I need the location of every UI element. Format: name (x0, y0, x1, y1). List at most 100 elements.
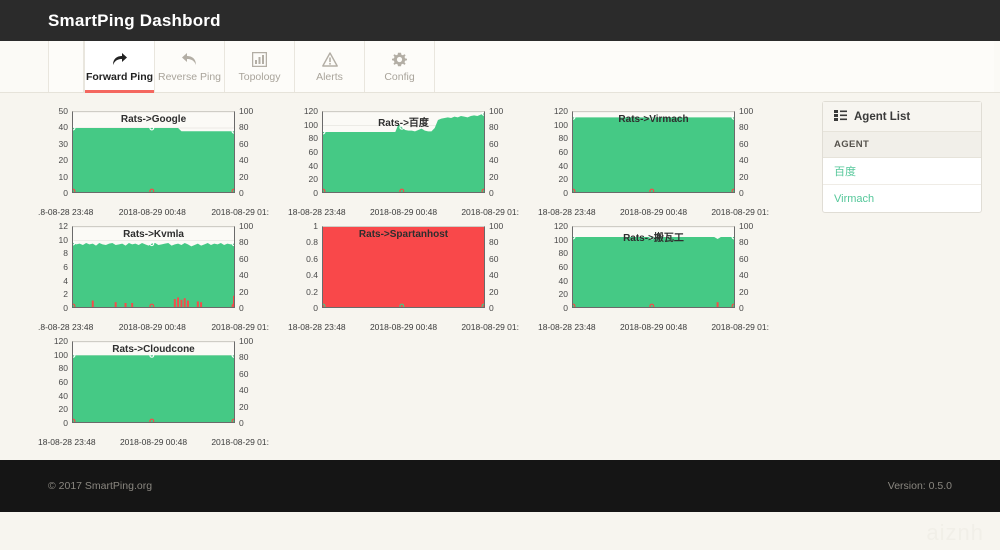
y-axis-tick-right: 100 (239, 221, 254, 231)
chart-plot-area: 0 20 40 60 80 100 120 0 20 40 60 80 100 Rats->Virmach… (538, 107, 769, 217)
nav-tab-config[interactable]: Config (364, 41, 434, 92)
forward-arrow-icon (111, 51, 128, 69)
x-axis-labels: 18-08-28 23:48 2018-08-29 00:48 2018-08-29… (536, 322, 771, 332)
y-axis-tick-left: 60 (558, 147, 568, 157)
chart-title: Rats->Spartanhost (358, 229, 449, 240)
y-axis-tick-right: 0 (239, 188, 244, 198)
y-axis-tick-left: 100 (53, 349, 68, 360)
agent-list-item[interactable]: Virmach (823, 185, 981, 212)
version-text: Version: 0.5.0 (887, 480, 952, 492)
y-axis-tick-right: 0 (739, 303, 744, 313)
y-axis-tick-left: 120 (303, 106, 318, 116)
main-nav: Forward Ping Reverse Ping Topology Alerts Co… (0, 41, 1000, 93)
app-title: SmartPing Dashbord (48, 10, 221, 30)
y-axis-tick-right: 20 (489, 286, 499, 297)
y-axis-tick-right: 100 (739, 106, 754, 116)
y-axis-tick-right: 80 (239, 237, 249, 248)
nav-left-spacer (48, 41, 84, 92)
y-axis-tick-left: 0.8 (306, 237, 318, 248)
main-content: 0 10 20 30 40 50 0 20 40 60 80 100 Rats->Google .8-08… (0, 93, 1000, 462)
reply-arrow-icon (181, 51, 198, 69)
y-axis-tick-right: 20 (739, 286, 749, 297)
y-axis-tick-right: 40 (739, 270, 749, 281)
chart-card[interactable]: 0 20 40 60 80 100 120 0 20 40 60 80 100 Rats->百度 18-08… (284, 101, 534, 217)
chart-card[interactable]: 0 0.2 0.4 0.6 0.8 1 0 20 40 60 80 100 Rats->Spartanh… (284, 216, 534, 332)
y-axis-tick-right: 0 (489, 303, 494, 313)
y-axis-tick-left: 20 (558, 289, 568, 300)
nav-right-spacer (434, 41, 994, 92)
y-axis-tick-left: 40 (58, 390, 68, 401)
y-axis-tick-left: 0 (63, 418, 68, 428)
x-axis-tick: 18-08-28 23:48 (288, 322, 346, 332)
agent-column-header: AGENT (823, 132, 981, 158)
y-axis-tick-right: 60 (739, 253, 749, 264)
nav-tab-reverse-ping[interactable]: Reverse Ping (154, 41, 224, 92)
list-icon (834, 109, 847, 124)
chart-plot-area: 0 20 40 60 80 100 120 0 20 40 60 80 100 Rats->百度 18-08… (288, 107, 519, 217)
agent-list-header: Agent List (823, 102, 981, 132)
y-axis-tick-right: 60 (739, 138, 749, 149)
chart-card[interactable]: 0 10 20 30 40 50 0 20 40 60 80 100 Rats->Google .8-08… (34, 101, 284, 217)
app-header: SmartPing Dashbord (0, 0, 1000, 41)
y-axis-tick-left: 20 (58, 404, 68, 415)
y-axis-tick-right: 100 (239, 336, 254, 346)
y-axis-tick-left: 8 (63, 248, 68, 259)
y-axis-tick-right: 80 (739, 122, 749, 133)
chart-card[interactable]: 0 20 40 60 80 100 120 0 20 40 60 80 100 Rats->搬瓦工 18-0… (534, 216, 784, 332)
y-axis-tick-right: 40 (239, 155, 249, 166)
warning-triangle-icon (321, 51, 338, 69)
y-axis-tick-left: 0 (313, 188, 318, 198)
y-axis-tick-right: 60 (239, 253, 249, 264)
y-axis-tick-left: 0 (63, 303, 68, 313)
chart-grid: 0 10 20 30 40 50 0 20 40 60 80 100 Rats->Google .8-08… (34, 101, 804, 447)
y-axis-tick-right: 20 (489, 171, 499, 182)
x-axis-tick: 2018-08-29 00:48 (619, 322, 688, 332)
chart-card[interactable]: 0 2 4 6 8 10 12 0 20 40 60 80 100 Rats->Kvmla .8-08-28… (34, 216, 284, 332)
y-axis-tick-right: 20 (239, 286, 249, 297)
y-axis-tick-right: 0 (239, 418, 244, 428)
y-axis-tick-left: 0 (563, 188, 568, 198)
y-axis-tick-left: 0.6 (306, 253, 318, 264)
y-axis-tick-left: 40 (558, 275, 568, 286)
y-axis-tick-left: 60 (308, 147, 318, 157)
chart-title: Rats->百度 (378, 118, 429, 129)
nav-tab-alerts[interactable]: Alerts (294, 41, 364, 92)
y-axis-tick-left: 1 (313, 221, 318, 231)
y-axis-tick-right: 60 (239, 368, 249, 379)
y-axis-tick-left: 2 (63, 289, 68, 300)
chart-title: Rats->Google (120, 114, 187, 125)
chart-plot-area: 0 10 20 30 40 50 0 20 40 60 80 100 Rats->Google .8-08… (38, 107, 269, 217)
chart-card[interactable]: 0 20 40 60 80 100 120 0 20 40 60 80 100 Rats->Cloudco… (34, 331, 284, 447)
y-axis-tick-right: 20 (239, 401, 249, 412)
nav-tab-topology[interactable]: Topology (224, 41, 294, 92)
y-axis-tick-left: 60 (558, 262, 568, 272)
y-axis-tick-left: 0 (63, 188, 68, 198)
y-axis-tick-right: 20 (739, 171, 749, 182)
x-axis-tick: 2018-08-29 01: (211, 437, 269, 447)
agent-list-item[interactable]: 百度 (823, 158, 981, 185)
y-axis-tick-right: 40 (239, 385, 249, 396)
y-axis-tick-right: 40 (239, 270, 249, 281)
page-footer: © 2017 SmartPing.org Version: 0.5.0 (0, 460, 1000, 512)
y-axis-tick-right: 40 (489, 270, 499, 281)
y-axis-tick-right: 80 (489, 237, 499, 248)
y-axis-tick-left: 0 (313, 303, 318, 313)
x-axis-tick: 2018-08-29 00:48 (119, 437, 188, 447)
y-axis-tick-right: 100 (739, 221, 754, 231)
y-axis-tick-right: 100 (489, 221, 504, 231)
watermark: aiznh (926, 520, 984, 545)
nav-tab-forward-ping[interactable]: Forward Ping (84, 41, 154, 93)
nav-tab-label: Config (384, 70, 415, 83)
y-axis-tick-left: 0.2 (306, 286, 318, 297)
chart-title: Rats->Kvmla (123, 229, 184, 240)
x-axis-tick: 2018-08-29 01: (461, 322, 519, 332)
y-axis-tick-left: 20 (558, 174, 568, 185)
x-axis-tick: 2018-08-29 01: (711, 322, 769, 332)
y-axis-tick-left: 80 (308, 133, 318, 144)
y-axis-tick-right: 80 (239, 122, 249, 133)
y-axis-tick-left: 40 (308, 160, 318, 171)
y-axis-tick-right: 80 (739, 237, 749, 248)
y-axis-tick-right: 0 (489, 188, 494, 198)
chart-card[interactable]: 0 20 40 60 80 100 120 0 20 40 60 80 100 Rats->Virmach… (534, 101, 784, 217)
x-axis-tick: 18-08-28 23:48 (38, 437, 96, 447)
